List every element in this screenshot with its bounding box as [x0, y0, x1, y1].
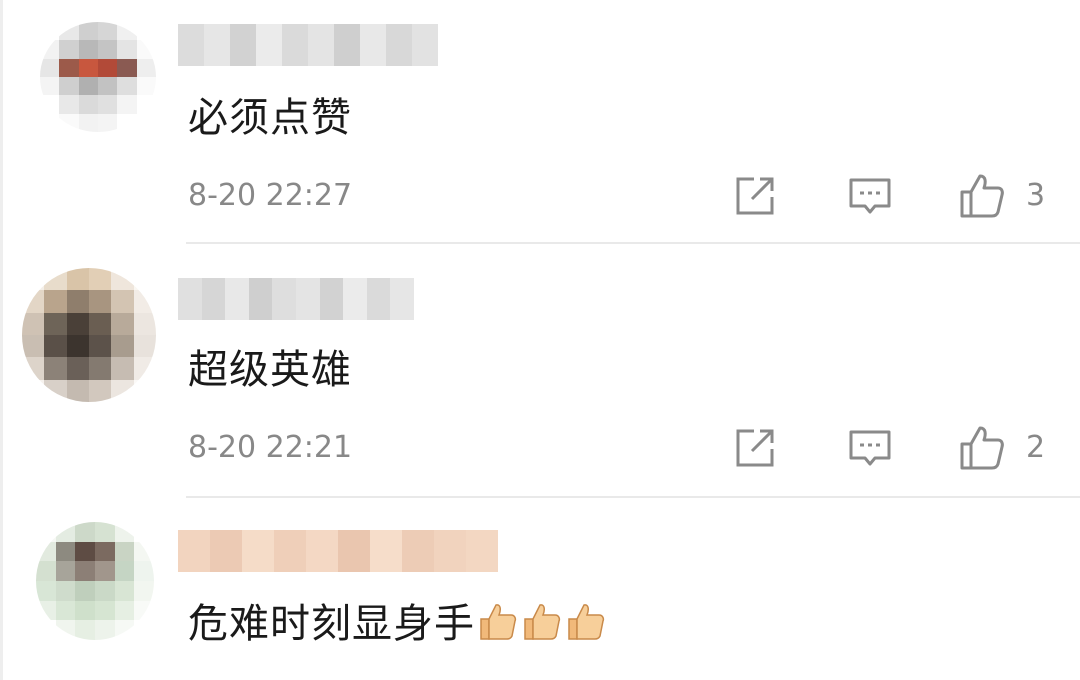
divider	[186, 496, 1080, 498]
like-button[interactable]: 2	[958, 424, 1045, 472]
username-blurred[interactable]	[178, 530, 498, 572]
comment-icon	[849, 178, 891, 214]
avatar[interactable]	[40, 22, 156, 132]
comment-text: 危难时刻显身手	[188, 596, 607, 652]
thumbs-up-emoji-icon	[568, 604, 605, 640]
share-button[interactable]	[732, 424, 778, 472]
avatar[interactable]	[22, 268, 156, 402]
like-count: 3	[1026, 178, 1046, 213]
comment-item: 超级英雄 8-20 22:21 2	[0, 254, 1080, 506]
comment-text: 超级英雄	[188, 347, 352, 393]
like-count: 2	[1026, 430, 1046, 465]
comment-text: 必须点赞	[188, 95, 352, 141]
share-button[interactable]	[732, 172, 778, 220]
thumbs-up-icon	[960, 174, 1004, 218]
reply-button[interactable]	[848, 424, 892, 472]
thumbs-up-emoji-icon	[480, 604, 517, 640]
comment-item: 必须点赞 8-20 22:27 3	[0, 0, 1080, 252]
divider	[186, 242, 1080, 244]
thumbs-up-icon	[960, 426, 1004, 470]
reply-button[interactable]	[848, 172, 892, 220]
username-blurred[interactable]	[178, 278, 414, 320]
comment-icon	[849, 430, 891, 466]
share-icon	[736, 177, 774, 215]
username-blurred[interactable]	[178, 24, 438, 66]
comment-item: 危难时刻显身手	[0, 508, 1080, 680]
share-icon	[736, 429, 774, 467]
comment-text-content: 危难时刻显身手	[188, 601, 475, 647]
thumbs-up-emoji-icon	[524, 604, 561, 640]
comment-timestamp: 8-20 22:27	[188, 178, 353, 213]
avatar[interactable]	[36, 522, 154, 640]
like-button[interactable]: 3	[958, 172, 1045, 220]
emoji-group	[475, 601, 607, 647]
comment-timestamp: 8-20 22:21	[188, 430, 353, 465]
